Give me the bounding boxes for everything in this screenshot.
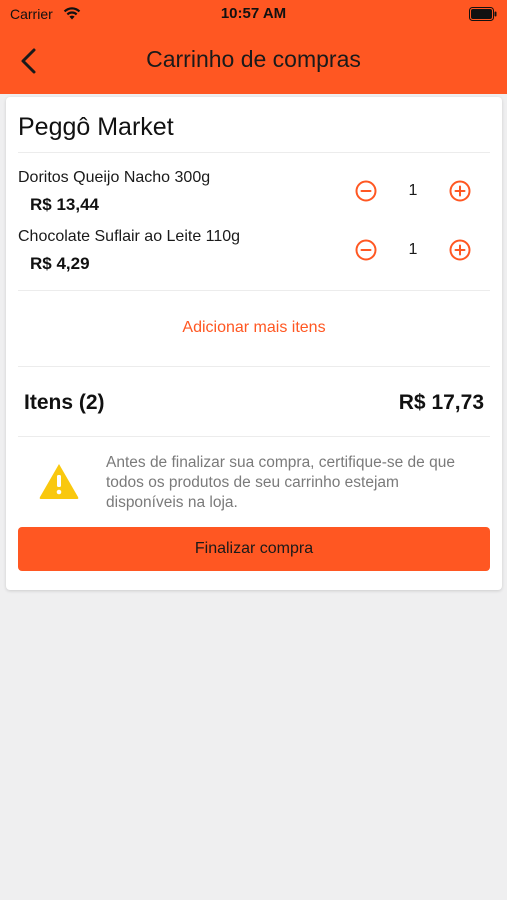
minus-circle-icon	[355, 180, 377, 202]
item-name: Chocolate Suflair ao Leite 110g	[18, 228, 241, 245]
add-more-items-link[interactable]: Adicionar mais itens	[6, 319, 502, 337]
item-name: Doritos Queijo Nacho 300g	[18, 169, 211, 186]
page-title: Carrinho de compras	[146, 46, 361, 72]
divider	[18, 290, 490, 291]
divider	[18, 152, 490, 153]
divider	[18, 436, 490, 437]
status-time: 10:57 AM	[220, 5, 287, 22]
cart-total-value: R$ 17,73	[398, 391, 484, 414]
finish-purchase-button[interactable]: Finalizar compra	[18, 527, 490, 571]
items-count-label: Itens (2)	[24, 391, 105, 414]
item-price: R$ 13,44	[30, 195, 99, 214]
decrease-quantity-button[interactable]	[354, 179, 378, 203]
cart-card: Peggô Market Doritos Queijo Nacho 300g R…	[6, 97, 502, 590]
increase-quantity-button[interactable]	[448, 179, 472, 203]
decrease-quantity-button[interactable]	[354, 238, 378, 262]
item-quantity: 1	[408, 182, 418, 199]
store-name: Peggô Market	[18, 113, 174, 141]
battery-icon	[469, 7, 497, 21]
app-header: Carrier 10:57 AM Carrinho de compras	[0, 0, 507, 94]
plus-circle-icon	[449, 180, 471, 202]
plus-circle-icon	[449, 239, 471, 261]
warning-icon	[39, 464, 79, 499]
status-bar: Carrier 10:57 AM	[0, 0, 507, 28]
item-price: R$ 4,29	[30, 254, 90, 273]
minus-circle-icon	[355, 239, 377, 261]
item-quantity: 1	[408, 241, 418, 258]
divider	[18, 366, 490, 367]
availability-warning: Antes de finalizar sua compra, certifiqu…	[106, 454, 455, 511]
increase-quantity-button[interactable]	[448, 238, 472, 262]
